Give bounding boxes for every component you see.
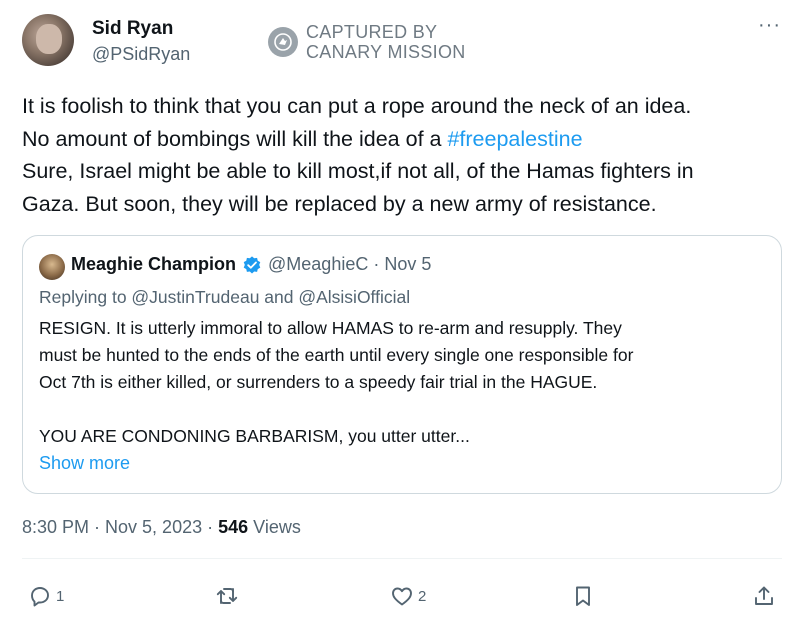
tweet-line-4: Gaza. But soon, they will be replaced by… (22, 191, 657, 216)
like-count: 2 (418, 587, 427, 605)
watermark: CAPTURED BY CANARY MISSION (268, 22, 466, 62)
watermark-line2: CANARY MISSION (306, 42, 466, 62)
quoted-tweet[interactable]: Meaghie Champion @MeaghieC · Nov 5 Reply… (22, 235, 782, 494)
quoted-handle-date[interactable]: @MeaghieC · Nov 5 (268, 254, 431, 275)
author-handle[interactable]: @PSidRyan (92, 44, 190, 65)
reply-icon (31, 587, 49, 607)
tweet-line-2-text: No amount of bombings will kill the idea… (22, 126, 448, 151)
show-more-link[interactable]: Show more (39, 453, 130, 474)
bookmark-icon (576, 586, 590, 606)
verified-badge-icon (242, 255, 262, 275)
retweet-icon (216, 588, 238, 604)
quoted-text: RESIGN. It is utterly immoral to allow H… (39, 315, 769, 450)
tweet-line-1: It is foolish to think that you can put … (22, 94, 692, 118)
tweet-line-3: Sure, Israel might be able to kill most,… (22, 159, 694, 183)
more-icon[interactable]: ··· (758, 14, 781, 37)
quoted-author-avatar[interactable] (39, 254, 65, 280)
reply-count: 1 (56, 587, 65, 605)
timestamp[interactable]: 8:30 PM · Nov 5, 2023 · (22, 517, 218, 537)
quoted-author-name[interactable]: Meaghie Champion (71, 254, 236, 275)
reply-button[interactable]: 1 (28, 584, 64, 608)
tweet-text: It is foolish to think that you can put … (22, 90, 782, 220)
retweet-button[interactable] (215, 584, 243, 608)
watermark-line1: CAPTURED BY (306, 22, 438, 42)
hashtag-link[interactable]: #freepalestine (447, 127, 582, 151)
quoted-header: Meaghie Champion @MeaghieC · Nov 5 (71, 254, 431, 275)
share-icon (755, 586, 773, 605)
views-label: Views (248, 517, 301, 537)
author-name[interactable]: Sid Ryan (92, 18, 173, 40)
author-avatar[interactable] (22, 14, 74, 66)
share-button[interactable] (752, 584, 776, 608)
tweet-line-2: No amount of bombings will kill the idea… (22, 123, 782, 156)
tweet-meta: 8:30 PM · Nov 5, 2023 · 546 Views (22, 517, 301, 538)
replying-to: Replying to @JustinTrudeau and @AlsisiOf… (39, 287, 411, 307)
divider (22, 558, 782, 559)
quoted-line-4: YOU ARE CONDONING BARBARISM, you utter u… (39, 426, 470, 446)
like-button[interactable]: 2 (390, 584, 426, 608)
quoted-blank-line (39, 396, 769, 423)
quoted-line-1: RESIGN. It is utterly immoral to allow H… (39, 318, 622, 338)
views-count: 546 (218, 517, 249, 537)
quoted-line-3: Oct 7th is either killed, or surrenders … (39, 372, 598, 392)
like-icon (392, 587, 412, 606)
quoted-line-2: must be hunted to the ends of the earth … (39, 345, 634, 365)
canary-logo-icon (268, 27, 298, 57)
bookmark-button[interactable] (571, 584, 595, 608)
